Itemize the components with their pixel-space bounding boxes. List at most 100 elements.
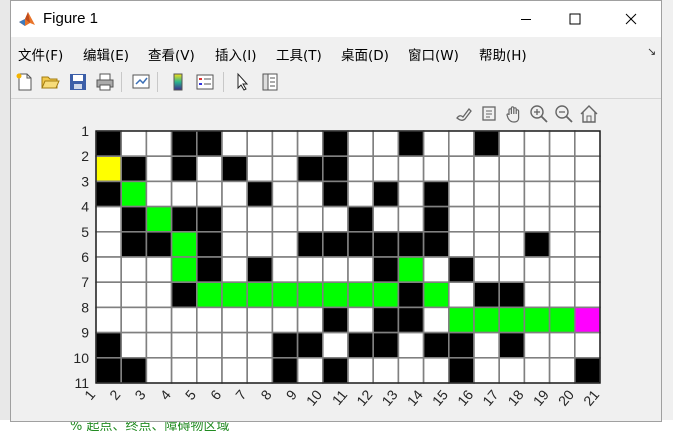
menu-tools[interactable]: 工具(T) (276, 44, 322, 64)
free-cell (548, 130, 576, 158)
free-cell (397, 356, 425, 384)
free-cell (523, 155, 551, 183)
menu-edit[interactable]: 编辑(E) (83, 44, 129, 64)
minimize-button[interactable] (503, 1, 549, 37)
x-tick-label: 14 (404, 386, 426, 408)
obstacle-cell (397, 281, 425, 309)
obstacle-cell (372, 306, 400, 334)
obstacle-cell (321, 130, 349, 158)
free-cell (321, 256, 349, 284)
free-cell (296, 205, 324, 233)
y-tick-label: 7 (81, 274, 89, 290)
obstacle-cell (422, 331, 450, 359)
obstacle-cell (296, 231, 324, 258)
maximize-button[interactable] (552, 1, 598, 37)
free-cell (221, 180, 249, 208)
property-inspector-icon[interactable] (260, 72, 280, 92)
free-cell (573, 205, 601, 233)
free-cell (498, 155, 526, 183)
menu-file[interactable]: 文件(F) (18, 44, 63, 64)
new-figure-icon[interactable] (15, 72, 35, 92)
obstacle-cell (447, 256, 475, 284)
menu-insert[interactable]: 插入(I) (215, 44, 257, 64)
path-cell (196, 281, 223, 309)
x-tick-label: 5 (182, 386, 199, 402)
occupancy-grid-plot[interactable]: 12345678910111 2 3 4 5 6 7 8 9 10 11 12 13 14 15 16 17 18… (11, 99, 661, 423)
free-cell (523, 180, 551, 208)
free-cell (170, 180, 198, 208)
close-button[interactable] (608, 1, 654, 37)
free-cell (498, 231, 526, 258)
x-tick-label: 21 (580, 386, 602, 408)
menu-view[interactable]: 查看(V) (148, 44, 195, 64)
path-cell (321, 281, 349, 309)
y-tick-label: 3 (81, 173, 89, 189)
path-cell (548, 306, 576, 334)
free-cell (548, 231, 576, 258)
obstacle-cell (296, 155, 324, 183)
insert-colorbar-icon[interactable] (168, 72, 188, 92)
x-tick-label: 8 (257, 386, 274, 402)
obstacle-cell (246, 256, 274, 284)
free-cell (498, 256, 526, 284)
free-cell (321, 205, 349, 233)
free-cell (95, 205, 123, 233)
obstacle-cell (95, 356, 123, 384)
free-cell (447, 180, 475, 208)
free-cell (347, 306, 375, 334)
free-cell (196, 331, 223, 359)
x-tick-label: 12 (353, 386, 375, 408)
free-cell (422, 356, 450, 384)
obstacle-cell (347, 205, 375, 233)
free-cell (548, 281, 576, 309)
close-icon (625, 13, 637, 25)
free-cell (422, 256, 450, 284)
y-tick-label: 1 (81, 123, 89, 139)
title-bar[interactable]: Figure 1 (11, 1, 661, 37)
free-cell (246, 306, 274, 334)
free-cell (221, 231, 249, 258)
obstacle-cell (170, 281, 198, 309)
free-cell (473, 180, 501, 208)
free-cell (296, 256, 324, 284)
path-cell (221, 281, 249, 309)
print-icon[interactable] (95, 72, 115, 92)
free-cell (422, 306, 450, 334)
x-tick-label: 6 (207, 386, 224, 402)
x-tick-label: 19 (530, 386, 552, 408)
obstacle-cell (120, 155, 148, 183)
obstacle-cell (422, 231, 450, 258)
x-tick-label: 16 (454, 386, 476, 408)
open-file-icon[interactable] (40, 72, 60, 92)
free-cell (246, 205, 274, 233)
x-tick-label: 17 (479, 386, 501, 408)
free-cell (221, 205, 249, 233)
minimize-icon (521, 19, 531, 20)
free-cell (347, 256, 375, 284)
edit-plot-arrow-icon[interactable] (233, 72, 253, 92)
obstacle-cell (296, 331, 324, 359)
link-plot-icon[interactable] (131, 72, 151, 92)
free-cell (473, 205, 501, 233)
free-cell (120, 306, 148, 334)
free-cell (221, 256, 249, 284)
free-cell (422, 155, 450, 183)
x-tick-label: 15 (429, 386, 451, 408)
obstacle-cell (170, 130, 198, 158)
y-tick-label: 2 (81, 148, 89, 164)
obstacle-cell (498, 281, 526, 309)
toolbar-separator (121, 72, 122, 92)
x-tick-label: 3 (131, 386, 148, 402)
y-tick-label: 10 (73, 350, 89, 366)
save-icon[interactable] (68, 72, 88, 92)
obstacle-cell (372, 180, 400, 208)
free-cell (548, 356, 576, 384)
menu-help[interactable]: 帮助(H) (479, 44, 527, 64)
insert-legend-icon[interactable] (195, 72, 215, 92)
dock-arrow-icon[interactable]: ↘ (647, 45, 656, 58)
free-cell (95, 256, 123, 284)
menu-window[interactable]: 窗口(W) (408, 44, 459, 64)
menu-desktop[interactable]: 桌面(D) (341, 44, 389, 64)
x-tick-label: 7 (232, 386, 249, 402)
obstacle-cell (523, 231, 551, 258)
